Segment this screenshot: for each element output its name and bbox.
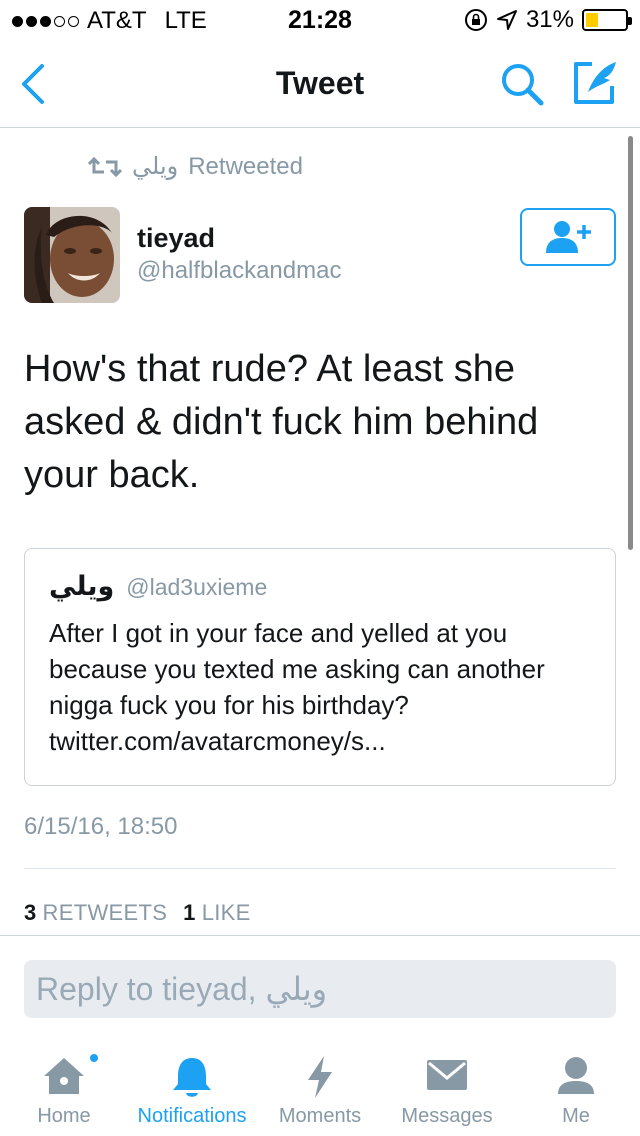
tab-label: Me [562,1105,590,1127]
tab-bar: Home Notifications Moments Messages Me [0,1044,640,1136]
author-name[interactable]: tieyad [137,223,215,254]
battery-icon [582,9,632,31]
divider [24,868,616,869]
bell-icon [173,1058,211,1097]
tab-label: Notifications [137,1105,247,1127]
quoted-author-handle: @lad3uxieme [126,574,268,600]
tab-label: Home [37,1105,91,1127]
tweet-timestamp: 6/15/16, 18:50 [24,813,178,840]
location-arrow-icon [496,10,517,30]
add-user-icon [546,221,591,253]
lightning-icon [308,1056,332,1098]
quoted-tweet-card[interactable]: ويلي @lad3uxieme After I got in your fac… [24,548,616,786]
retweet-icon [88,156,122,177]
quoted-tweet-text: After I got in your face and yelled at y… [49,618,545,756]
likes-count[interactable]: 1 [183,900,196,926]
quoted-tweet-header: ويلي @lad3uxieme [49,571,267,602]
follow-button[interactable] [520,208,616,266]
tab-home[interactable]: Home [14,1044,114,1136]
tweet-text: How's that rude? At least she asked & di… [24,348,539,496]
author-handle[interactable]: @halfblackandmac [137,257,341,285]
tab-label: Moments [278,1105,362,1127]
reply-input[interactable] [24,960,616,1018]
avatar-photo [24,207,120,303]
status-bar: AT&T LTE 21:28 31% [0,0,640,40]
quoted-author-name: ويلي [49,571,115,601]
retweeted-label: Retweeted [188,152,303,180]
person-icon [558,1057,594,1094]
retweets-count[interactable]: 3 [24,900,37,926]
home-icon [44,1058,84,1094]
nav-bar: Tweet [0,40,640,128]
divider [0,935,640,936]
tweet-stats: 3 RETWEETS 1 LIKE [24,900,267,926]
tab-messages[interactable]: Messages [392,1044,502,1136]
scroll-indicator[interactable] [628,136,633,550]
likes-label[interactable]: LIKE [202,900,251,926]
retweets-label[interactable]: RETWEETS [43,900,168,926]
tab-notifications[interactable]: Notifications [128,1044,256,1136]
author-avatar[interactable] [24,207,120,303]
envelope-icon [427,1060,467,1090]
tab-label: Messages [401,1105,493,1127]
retweet-context[interactable]: ويلي Retweeted [88,152,303,181]
search-icon[interactable] [498,60,546,108]
home-notification-badge [88,1052,100,1064]
status-right: 31% [464,6,632,34]
compose-tweet-icon[interactable] [570,58,620,108]
tab-me[interactable]: Me [526,1044,626,1136]
retweeter-name: ويلي [132,153,179,180]
tab-moments[interactable]: Moments [270,1044,370,1136]
battery-percent: 31% [525,6,574,33]
rotation-lock-icon [464,9,487,31]
